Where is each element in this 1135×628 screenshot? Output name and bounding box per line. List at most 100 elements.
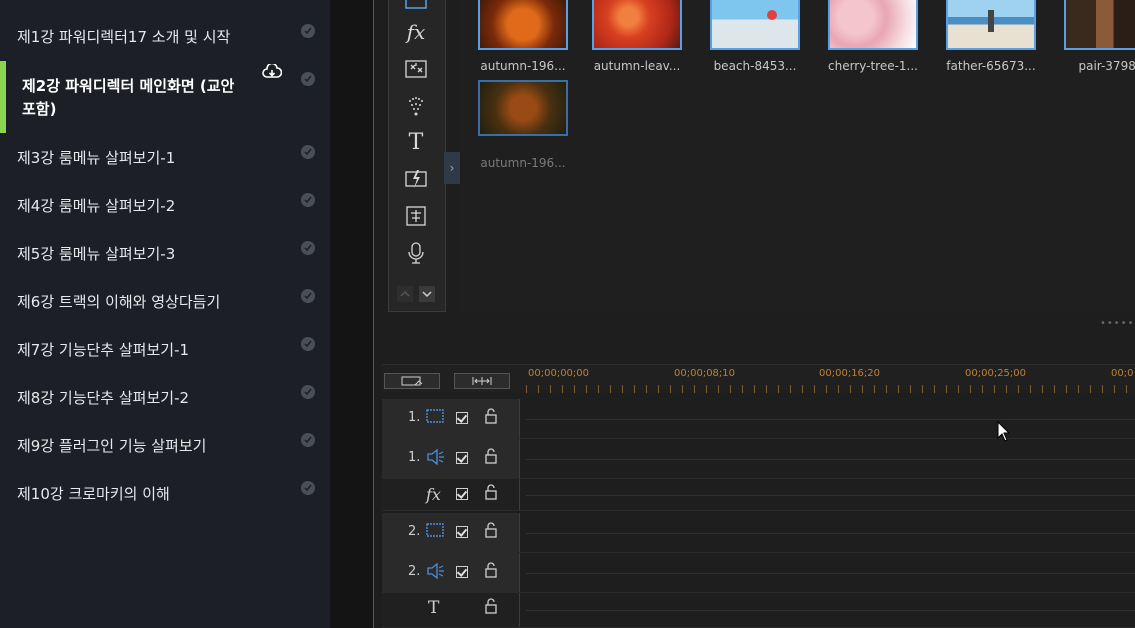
- track-enable-checkbox[interactable]: [456, 488, 468, 500]
- track-header: 1.: [382, 399, 520, 438]
- check-icon: [301, 24, 315, 38]
- lesson-item[interactable]: 제6강 트랙의 이해와 영상다듬기: [0, 289, 330, 315]
- lesson-title: 제9강 플러그인 기능 살펴보기: [17, 437, 207, 455]
- track-body[interactable]: [526, 439, 1135, 478]
- zoom-fit-button[interactable]: [454, 373, 510, 389]
- title-track-icon: T: [428, 598, 440, 618]
- lesson-item-active[interactable]: 제2강 파워디렉터 메인화면 (교안 포함): [0, 61, 330, 133]
- check-icon: [301, 145, 315, 159]
- track-header: 2.: [382, 553, 520, 592]
- lock-icon[interactable]: [484, 448, 498, 468]
- media-label: pair-37983: [1078, 59, 1135, 73]
- track-number: 2.: [408, 524, 421, 539]
- timecode-label: 00;00;25;00: [965, 368, 1027, 379]
- lesson-title: 제6강 트랙의 이해와 영상다듬기: [17, 293, 221, 311]
- lesson-item[interactable]: 제3강 룸메뉴 살펴보기-1: [0, 145, 330, 171]
- lock-icon[interactable]: [484, 522, 498, 542]
- check-icon: [301, 481, 315, 495]
- course-sidebar: 제1강 파워디렉터17 소개 및 시작 제2강 파워디렉터 메인화면 (교안 포…: [0, 0, 330, 628]
- lesson-item[interactable]: 제9강 플러그인 기능 살펴보기: [0, 433, 330, 459]
- fx-room-icon[interactable]: fx: [403, 19, 429, 45]
- timeline-ruler[interactable]: 00;00;00;00 00;00;08;10 00;00;16;20 00;0…: [526, 365, 1135, 393]
- lock-icon[interactable]: [484, 484, 498, 504]
- track-enable-checkbox[interactable]: [456, 526, 468, 538]
- ruler-ticks: [526, 385, 1135, 393]
- track-header: fx: [382, 479, 520, 510]
- lesson-title: 제5강 룸메뉴 살펴보기-3: [17, 245, 176, 263]
- lesson-title: 제4강 룸메뉴 살펴보기-2: [17, 197, 176, 215]
- track-enable-checkbox[interactable]: [456, 566, 468, 578]
- cloud-download-icon[interactable]: [262, 62, 283, 84]
- media-thumbnail[interactable]: [946, 0, 1036, 50]
- video-editor: fx T › autumn-196... autumn-leav... beac…: [373, 0, 1135, 628]
- audio-mixing-room-icon[interactable]: [403, 203, 429, 229]
- track-enable-checkbox[interactable]: [456, 412, 468, 424]
- lesson-item[interactable]: 제8강 기능단추 살펴보기-2: [0, 385, 330, 411]
- pip-room-icon[interactable]: [403, 56, 429, 82]
- check-icon: [301, 337, 315, 351]
- track-header: T: [382, 593, 520, 627]
- lesson-title: 제7강 기능단추 살펴보기-1: [17, 341, 190, 359]
- check-icon: [301, 433, 315, 447]
- scroll-up-button[interactable]: [397, 286, 413, 302]
- lesson-item[interactable]: 제1강 파워디렉터17 소개 및 시작: [0, 24, 330, 50]
- video-track-2: 2.: [382, 513, 1135, 553]
- timecode-label: 00;00;08;10: [674, 368, 736, 379]
- lesson-title: 제3강 룸메뉴 살펴보기-1: [17, 149, 176, 167]
- media-thumbnail[interactable]: [828, 0, 918, 50]
- speaker-icon: [426, 562, 446, 583]
- title-track: T: [382, 593, 1135, 628]
- video-track-icon: [426, 409, 444, 427]
- media-thumbnail[interactable]: [592, 0, 682, 50]
- lesson-title: 제1강 파워디렉터17 소개 및 시작: [17, 28, 231, 46]
- track-body[interactable]: [526, 399, 1135, 438]
- media-label: autumn-196...: [480, 156, 566, 170]
- media-room-icon[interactable]: [403, 0, 429, 14]
- lock-icon[interactable]: [484, 598, 498, 618]
- timecode-label: 00;0: [1111, 368, 1134, 379]
- media-label: father-65673...: [946, 59, 1036, 73]
- track-body[interactable]: [526, 479, 1135, 510]
- active-indicator: [0, 61, 6, 133]
- timecode-label: 00;00;00;00: [528, 368, 590, 379]
- timecode-label: 00;00;16;20: [819, 368, 881, 379]
- media-label: autumn-196...: [480, 59, 566, 73]
- lesson-item[interactable]: 제4강 룸메뉴 살펴보기-2: [0, 193, 330, 219]
- check-icon: [301, 72, 315, 86]
- lesson-item[interactable]: 제7강 기능단추 살펴보기-1: [0, 337, 330, 363]
- media-thumbnail[interactable]: [1064, 0, 1135, 50]
- scroll-down-button[interactable]: [419, 286, 435, 302]
- check-icon: [301, 193, 315, 207]
- lesson-item[interactable]: 제5강 룸메뉴 살펴보기-3: [0, 241, 330, 267]
- track-number: 1.: [408, 450, 421, 465]
- track-body[interactable]: [526, 553, 1135, 592]
- track-body[interactable]: [526, 513, 1135, 552]
- lock-icon[interactable]: [484, 562, 498, 582]
- audio-track-1: 1.: [382, 439, 1135, 479]
- media-thumbnail[interactable]: [478, 80, 568, 136]
- resize-handle[interactable]: •••••: [1100, 318, 1135, 329]
- lesson-title: 제8강 기능단추 살펴보기-2: [17, 389, 190, 407]
- chevron-right-icon[interactable]: ›: [444, 152, 460, 184]
- track-body[interactable]: [526, 593, 1135, 627]
- timeline-toolbar: 00;00;00;00 00;00;08;10 00;00;16;20 00;0…: [382, 364, 1135, 393]
- transition-room-icon[interactable]: [403, 166, 429, 192]
- microphone-icon[interactable]: [403, 240, 429, 266]
- media-label: cherry-tree-1...: [827, 59, 918, 73]
- media-label: autumn-leav...: [593, 59, 681, 73]
- track-header: 2.: [382, 513, 520, 552]
- media-thumbnail[interactable]: [478, 0, 568, 50]
- media-thumbnail[interactable]: [710, 0, 800, 50]
- title-room-icon[interactable]: T: [403, 129, 429, 155]
- fit-track-button[interactable]: [384, 373, 440, 389]
- track-enable-checkbox[interactable]: [456, 452, 468, 464]
- lock-icon[interactable]: [484, 408, 498, 428]
- speaker-icon: [426, 448, 446, 469]
- track-number: 1.: [408, 410, 421, 425]
- lesson-item[interactable]: 제10강 크로마키의 이해: [0, 481, 330, 507]
- lesson-title: 제10강 크로마키의 이해: [17, 485, 170, 503]
- particle-room-icon[interactable]: [403, 93, 429, 119]
- check-icon: [301, 385, 315, 399]
- audio-track-2: 2.: [382, 553, 1135, 593]
- fx-track-icon: fx: [426, 485, 441, 504]
